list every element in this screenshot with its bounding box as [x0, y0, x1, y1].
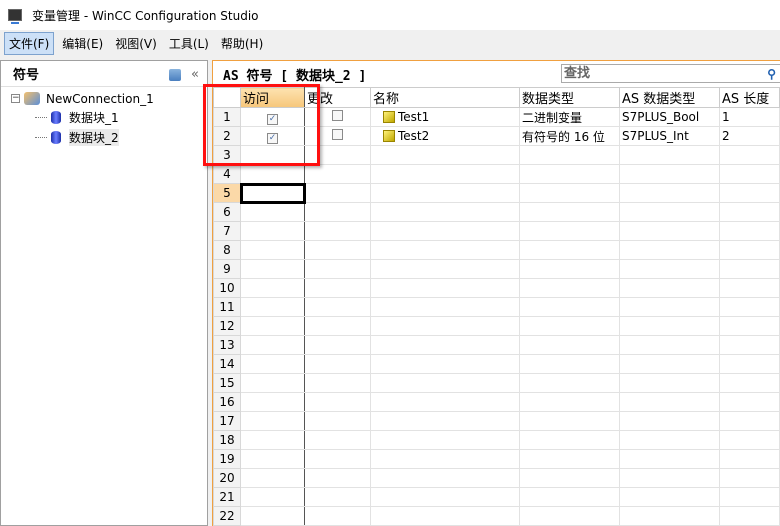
row-number[interactable]: 20	[213, 468, 241, 488]
menu-tools[interactable]: 工具(L)	[165, 33, 213, 54]
as-length-cell[interactable]: 2	[719, 126, 780, 146]
name-cell[interactable]: Test2	[370, 126, 520, 146]
row-number[interactable]: 1	[213, 107, 241, 127]
data-type-cell[interactable]: 有符号的 16 位	[519, 126, 620, 146]
table-row[interactable]: 14	[213, 354, 780, 374]
table-row[interactable]: 21	[213, 487, 780, 507]
table-row[interactable]: 10	[213, 278, 780, 298]
table-row[interactable]: 17	[213, 411, 780, 431]
table-row[interactable]: 13	[213, 335, 780, 355]
row-number[interactable]: 3	[213, 145, 241, 165]
table-row[interactable]: 5	[213, 182, 780, 204]
row-number[interactable]: 16	[213, 392, 241, 412]
table-row[interactable]: 15	[213, 373, 780, 393]
table-row[interactable]: 2 ✓ Test2 有符号的 16 位 S7PLUS_Int 2	[213, 126, 780, 146]
row-number[interactable]: 17	[213, 411, 241, 431]
row-number[interactable]: 4	[213, 164, 241, 184]
database-icon	[51, 111, 61, 124]
table-row[interactable]: 1 ✓ Test1 二进制变量 S7PLUS_Bool 1	[213, 107, 780, 127]
table-row[interactable]: 20	[213, 468, 780, 488]
col-data-type[interactable]: 数据类型	[519, 87, 620, 108]
app-icon	[8, 9, 22, 24]
col-as-length[interactable]: AS 长度	[719, 87, 780, 108]
table-row[interactable]: 18	[213, 430, 780, 450]
window-title: 变量管理 - WinCC Configuration Studio	[32, 8, 259, 23]
table-row[interactable]: 19	[213, 449, 780, 469]
row-number[interactable]: 19	[213, 449, 241, 469]
table-row[interactable]: 11	[213, 297, 780, 317]
table-title: AS 符号 [ 数据块_2 ]	[223, 68, 367, 84]
search-icon[interactable]: ⚲	[767, 66, 776, 83]
row-number[interactable]: 5	[213, 183, 241, 203]
table-row[interactable]: 8	[213, 240, 780, 260]
row-number[interactable]: 6	[213, 202, 241, 222]
data-type-cell[interactable]: 二进制变量	[519, 107, 620, 127]
tree-item-datablock-1[interactable]: 数据块_1	[35, 108, 119, 127]
collapse-icon[interactable]: −	[11, 94, 20, 103]
access-cell[interactable]: ✓	[240, 126, 305, 146]
symbol-panel: 符号 « − NewConnection_1 数据块_1 数据块_2	[0, 60, 208, 526]
variable-icon	[383, 111, 395, 123]
access-cell[interactable]: ✓	[240, 107, 305, 127]
change-cell[interactable]	[304, 126, 371, 146]
row-number[interactable]: 7	[213, 221, 241, 241]
row-number[interactable]: 10	[213, 278, 241, 298]
table-row[interactable]: 7	[213, 221, 780, 241]
row-number[interactable]: 18	[213, 430, 241, 450]
tree-tool-icon[interactable]	[169, 68, 182, 81]
table-row[interactable]: 12	[213, 316, 780, 336]
change-checkbox[interactable]	[332, 129, 343, 140]
table-row[interactable]: 6	[213, 202, 780, 222]
menu-view[interactable]: 视图(V)	[111, 33, 161, 54]
col-change[interactable]: 更改	[304, 87, 371, 108]
as-length-cell[interactable]: 1	[719, 107, 780, 127]
title-bar: 变量管理 - WinCC Configuration Studio	[0, 0, 780, 30]
col-name[interactable]: 名称	[370, 87, 520, 108]
row-number[interactable]: 15	[213, 373, 241, 393]
as-data-type-cell[interactable]: S7PLUS_Int	[619, 126, 720, 146]
menu-file[interactable]: 文件(F)	[4, 32, 55, 55]
row-number[interactable]: 13	[213, 335, 241, 355]
access-checkbox[interactable]: ✓	[267, 132, 278, 144]
row-number[interactable]: 14	[213, 354, 241, 374]
menu-bar: 文件(F) 编辑(E) 视图(V) 工具(L) 帮助(H)	[0, 31, 780, 56]
row-number[interactable]: 12	[213, 316, 241, 336]
access-checkbox[interactable]: ✓	[267, 113, 278, 125]
table-row[interactable]: 3	[213, 145, 780, 165]
search-input[interactable]: 查找 ⚲	[561, 64, 780, 83]
row-number[interactable]: 11	[213, 297, 241, 317]
tree-item-datablock-2[interactable]: 数据块_2	[35, 128, 119, 147]
connection-icon	[24, 92, 40, 105]
symbol-table-panel: AS 符号 [ 数据块_2 ] 查找 ⚲ 访问 更改 名称 数据类型 AS 数据…	[212, 60, 780, 526]
symbol-table: 访问 更改 名称 数据类型 AS 数据类型 AS 长度 1 ✓ Test1 二进…	[213, 87, 780, 526]
table-row[interactable]: 22	[213, 506, 780, 526]
col-access[interactable]: 访问	[240, 87, 305, 108]
row-number[interactable]: 9	[213, 259, 241, 279]
change-cell[interactable]	[304, 107, 371, 127]
table-row[interactable]: 16	[213, 392, 780, 412]
row-number[interactable]: 22	[213, 506, 241, 526]
name-cell[interactable]: Test1	[370, 107, 520, 127]
table-row[interactable]: 4	[213, 164, 780, 184]
row-number[interactable]: 21	[213, 487, 241, 507]
menu-edit[interactable]: 编辑(E)	[58, 33, 107, 54]
tree-item-connection[interactable]: − NewConnection_1	[11, 89, 154, 108]
as-data-type-cell[interactable]: S7PLUS_Bool	[619, 107, 720, 127]
panel-title: 符号	[13, 68, 40, 83]
row-number[interactable]: 2	[213, 126, 241, 146]
menu-help[interactable]: 帮助(H)	[217, 33, 267, 54]
collapse-panel-button[interactable]: «	[191, 67, 199, 82]
variable-icon	[383, 130, 395, 142]
col-as-data-type[interactable]: AS 数据类型	[619, 87, 720, 108]
row-number[interactable]: 8	[213, 240, 241, 260]
database-icon	[51, 131, 61, 144]
table-row[interactable]: 9	[213, 259, 780, 279]
change-checkbox[interactable]	[332, 110, 343, 121]
